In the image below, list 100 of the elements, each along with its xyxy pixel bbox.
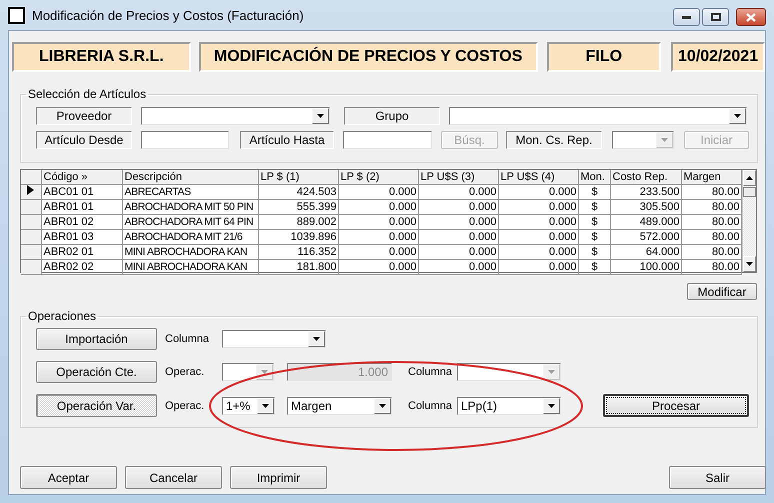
table-cell: 0.000 <box>418 184 498 199</box>
table-cell: MINI ABROCHADORA KAN <box>122 259 258 274</box>
table-cell: 0.000 <box>338 184 418 199</box>
scroll-down-icon <box>746 262 753 266</box>
table-cell: $ <box>578 214 610 229</box>
table-cell: ABR02 02 <box>41 259 122 274</box>
table-row[interactable]: ABR01 01 ABROCHADORA MIT 50 PIN 555.399 0.000 0.000 0.000 $ 305.500 80.00 <box>21 199 741 214</box>
table-cell: 0.000 <box>498 184 578 199</box>
column-header[interactable]: LP $ (2) <box>338 170 418 184</box>
scroll-up-icon <box>746 176 753 180</box>
column-header[interactable]: Código » <box>41 170 122 184</box>
table-cell: 80.00 <box>681 229 741 244</box>
table-cell: ABR02 01 <box>41 244 122 259</box>
dropdown[interactable] <box>141 106 330 124</box>
close-button[interactable] <box>736 8 766 26</box>
scrollbar-thumb[interactable] <box>742 187 756 197</box>
table-cell: 555.399 <box>258 199 338 214</box>
table-row[interactable]: ABR02 01 MINI ABROCHADORA KAN 116.352 0.000 0.000 0.000 $ 64.000 80.00 <box>21 244 741 259</box>
table-row[interactable]: ABR02 02 MINI ABROCHADORA KAN 181.800 0.000 0.000 0.000 $ 100.000 80.00 <box>21 259 741 274</box>
input-field[interactable] <box>343 131 432 149</box>
table-row[interactable]: ABR01 03 ABROCHADORA MIT 21/6 1039.896 0.000 0.000 0.000 $ 572.000 80.00 <box>21 229 741 244</box>
dropdown[interactable]: LPp(1) <box>457 396 561 414</box>
column-header[interactable]: Descripción <box>122 170 258 184</box>
table-cell: 0.000 <box>498 229 578 244</box>
table-cell: MINI ABROCHADORA KAN <box>122 244 258 259</box>
table-cell: 0.000 <box>418 199 498 214</box>
table-cell: 305.500 <box>610 199 681 214</box>
table-cell: ABROCHADORA MIT 21/6 <box>122 229 258 244</box>
dropdown-arrow-icon <box>262 404 269 408</box>
dropdown[interactable] <box>222 330 326 348</box>
footer-button[interactable]: Imprimir <box>230 466 327 489</box>
dropdown-arrow-icon <box>548 404 555 408</box>
field-label: Proveedor <box>36 106 132 124</box>
dropdown[interactable]: 1+% <box>222 396 275 414</box>
table-row[interactable]: ABR01 02 ABROCHADORA MIT 64 PIN 889.002 0.000 0.000 0.000 $ 489.000 80.00 <box>21 214 741 229</box>
table-cell: 0.000 <box>418 229 498 244</box>
mode-button[interactable]: Operación Var. <box>36 394 157 417</box>
table-cell: 0.000 <box>338 199 418 214</box>
table-cell: 0.000 <box>338 229 418 244</box>
group-title: Operaciones <box>27 309 98 323</box>
column-header[interactable]: LP U$S (3) <box>418 170 498 184</box>
group-title: Selección de Artículos <box>27 87 148 101</box>
column-header[interactable]: LP U$S (4) <box>498 170 578 184</box>
field-label: Artículo Hasta <box>240 131 334 149</box>
table-cell: 181.800 <box>258 259 338 274</box>
footer-button[interactable]: Cancelar <box>125 466 222 489</box>
table-cell: 116.352 <box>258 244 338 259</box>
column-header[interactable]: Margen <box>681 170 741 184</box>
minimize-button[interactable] <box>673 8 700 26</box>
table-cell: 0.000 <box>418 244 498 259</box>
table-cell: $ <box>578 259 610 274</box>
header-field: FILO <box>546 42 662 72</box>
field-label: Mon. Cs. Rep. <box>506 131 602 149</box>
maximize-button[interactable] <box>702 8 729 26</box>
modify-button[interactable]: Modificar <box>687 283 757 300</box>
dropdown-arrow-icon <box>661 138 668 142</box>
table-cell: 0.000 <box>338 259 418 274</box>
table-cell: 1039.896 <box>258 229 338 244</box>
header-field: MODIFICACIÓN DE PRECIOS Y COSTOS <box>198 42 538 72</box>
dropdown[interactable] <box>449 106 747 124</box>
header-field: 10/02/2021 <box>671 42 765 72</box>
field-label: Grupo <box>344 106 440 124</box>
table-cell: ABR01 01 <box>41 199 122 214</box>
exit-button[interactable]: Salir <box>669 466 766 489</box>
table-cell: 80.00 <box>681 184 741 199</box>
table-cell: ABRECARTAS <box>122 184 258 199</box>
table-cell: 80.00 <box>681 244 741 259</box>
table-cell: ABC01 01 <box>41 184 122 199</box>
scrollbar[interactable] <box>742 170 756 272</box>
process-button[interactable]: Procesar <box>603 394 749 417</box>
column-header[interactable]: Mon. <box>578 170 610 184</box>
table-cell: 80.00 <box>681 214 741 229</box>
app-icon <box>8 6 25 24</box>
header-field: LIBRERIA S.R.L. <box>12 42 191 72</box>
input-field[interactable] <box>141 131 229 149</box>
table-cell: 0.000 <box>498 259 578 274</box>
column-header[interactable]: LP $ (1) <box>258 170 338 184</box>
column-header[interactable]: Costo Rep. <box>610 170 681 184</box>
current-row-icon <box>27 185 34 195</box>
table-cell: 0.000 <box>498 199 578 214</box>
table-cell: 572.000 <box>610 229 681 244</box>
table-cell: 424.503 <box>258 184 338 199</box>
table-cell: $ <box>578 229 610 244</box>
table-cell: 233.500 <box>610 184 681 199</box>
table-cell: ABROCHADORA MIT 64 PIN <box>122 214 258 229</box>
dropdown[interactable]: Margen <box>287 396 392 414</box>
field-label: Columna <box>165 333 210 345</box>
dropdown-arrow-icon <box>379 404 386 408</box>
minimize-icon <box>682 16 691 18</box>
table-row[interactable]: ABC01 01 ABRECARTAS 424.503 0.000 0.000 0.000 $ 233.500 80.00 <box>21 184 741 199</box>
table-cell: $ <box>578 184 610 199</box>
dropdown-arrow-icon <box>734 114 741 118</box>
table-cell: 0.000 <box>498 214 578 229</box>
table-cell: 100.000 <box>610 259 681 274</box>
field-label: Operac. <box>165 366 206 378</box>
footer-button[interactable]: Aceptar <box>20 466 117 489</box>
dropdown-arrow-icon <box>261 370 268 374</box>
mode-button[interactable]: Importación <box>36 328 157 350</box>
table-cell: ABROCHADORA MIT 50 PIN <box>122 199 258 214</box>
mode-button[interactable]: Operación Cte. <box>36 361 157 383</box>
